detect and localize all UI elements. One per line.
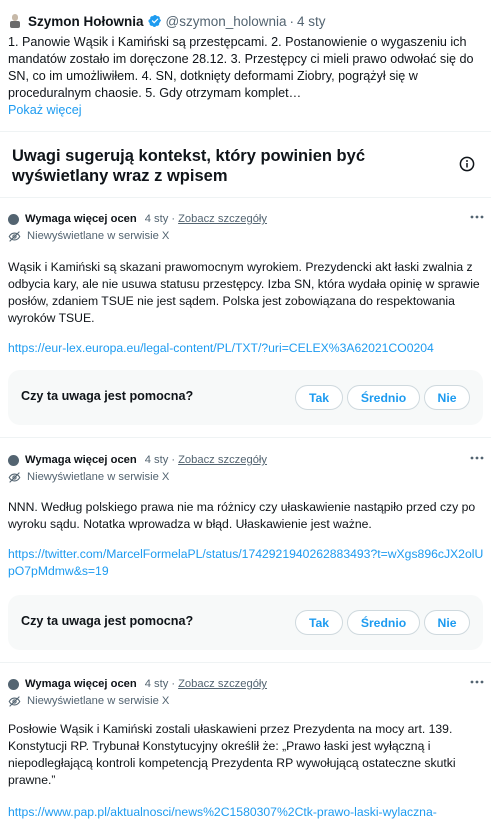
note-separator: · [171,678,176,690]
see-details-link[interactable]: Zobacz szczegóły [178,678,267,690]
note-source-link[interactable]: https://eur-lex.europa.eu/legal-content/… [8,340,486,357]
info-icon[interactable] [459,156,475,172]
note-source-link[interactable]: https://twitter.com/MarcelFormelaPL/stat… [8,546,486,580]
note-card: Wymaga więcej ocen 4 sty · Zobacz szczeg… [0,211,491,437]
note-separator: · [171,213,176,225]
rate-no-button[interactable]: Nie [424,385,470,410]
eye-off-icon [8,230,21,242]
see-details-link[interactable]: Zobacz szczegóły [178,454,267,466]
more-options-icon[interactable] [470,456,484,460]
author-handle[interactable]: @szymon_holownia [166,14,287,29]
rate-somewhat-button[interactable]: Średnio [347,385,420,410]
note-status: Wymaga więcej ocen [25,454,137,466]
rate-no-button[interactable]: Nie [424,610,470,635]
divider [0,197,491,198]
rating-box: Czy ta uwaga jest pomocna? Tak Średnio N… [8,370,483,425]
note-visibility: Niewyświetlane w serwisie X [8,693,169,709]
note-date: 4 sty [144,678,169,690]
rating-question: Czy ta uwaga jest pomocna? [21,614,194,628]
note-header: Wymaga więcej ocen 4 sty · Zobacz szczeg… [8,211,267,227]
show-more-link[interactable]: Pokaż więcej [8,102,483,119]
rating-question: Czy ta uwaga jest pomocna? [21,389,194,403]
rating-box: Czy ta uwaga jest pomocna? Tak Średnio N… [8,595,483,650]
note-visibility: Niewyświetlane w serwisie X [8,469,169,485]
note-status: Wymaga więcej ocen [25,678,137,690]
rate-yes-button[interactable]: Tak [295,610,343,635]
visibility-label: Niewyświetlane w serwisie X [27,471,170,483]
note-header: Wymaga więcej ocen 4 sty · Zobacz szczeg… [8,676,267,692]
divider [0,131,491,132]
author-avatar[interactable] [8,13,22,29]
verified-badge-icon [147,15,161,27]
author-name[interactable]: Szymon Hołownia [28,14,144,29]
note-date: 4 sty [144,213,169,225]
note-card: Wymaga więcej ocen 4 sty · Zobacz szczeg… [0,676,491,823]
tweet-header: Szymon Hołownia @szymon_holownia · 4 sty [8,12,483,30]
note-body: NNN. Według polskiego prawa nie ma różni… [8,500,476,531]
divider [0,662,491,663]
note-card: Wymaga więcej ocen 4 sty · Zobacz szczeg… [0,452,491,662]
note-header: Wymaga więcej ocen 4 sty · Zobacz szczeg… [8,452,267,468]
note-body: Posłowie Wąsik i Kamiński zostali ułaska… [8,722,456,787]
rate-somewhat-button[interactable]: Średnio [347,610,420,635]
note-visibility: Niewyświetlane w serwisie X [8,228,169,244]
visibility-label: Niewyświetlane w serwisie X [27,230,170,242]
status-indicator-icon [8,213,19,225]
more-options-icon[interactable] [470,215,484,219]
status-indicator-icon [8,678,19,690]
tweet: Szymon Hołownia @szymon_holownia · 4 sty… [0,0,491,131]
note-status: Wymaga więcej ocen [25,213,137,225]
eye-off-icon [8,471,21,483]
tweet-date[interactable]: 4 sty [297,14,326,29]
more-options-icon[interactable] [470,680,484,684]
note-source-link[interactable]: https://www.pap.pl/aktualnosci/news%2C15… [8,804,486,821]
community-notes-title: Uwagi sugerują kontekst, który powinien … [12,147,365,185]
divider [0,437,491,438]
header-separator: · [289,13,295,29]
see-details-link[interactable]: Zobacz szczegóły [178,213,267,225]
rate-yes-button[interactable]: Tak [295,385,343,410]
visibility-label: Niewyświetlane w serwisie X [27,695,170,707]
note-separator: · [171,454,176,466]
status-indicator-icon [8,454,19,466]
note-body: Wąsik i Kamiński są skazani prawomocnym … [8,260,480,325]
eye-off-icon [8,695,21,707]
tweet-text: 1. Panowie Wąsik i Kamiński są przestępc… [8,35,474,100]
note-date: 4 sty [144,454,169,466]
